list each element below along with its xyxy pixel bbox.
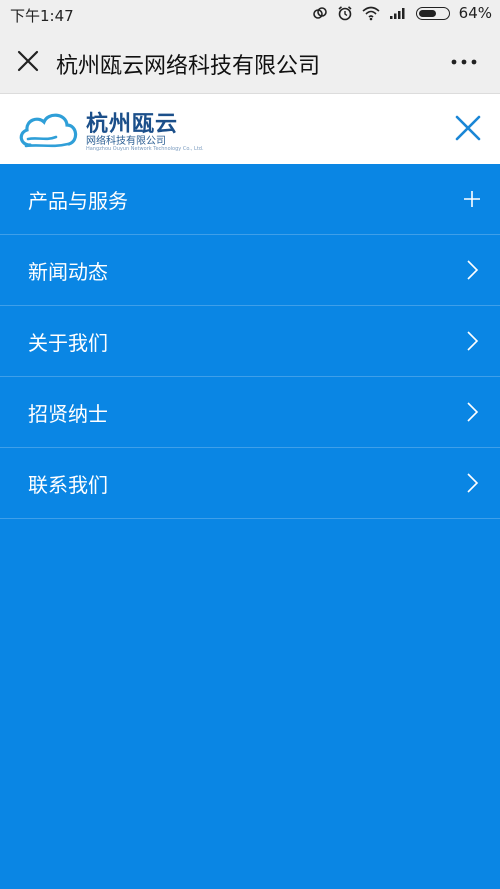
menu-item-products[interactable]: 产品与服务: [0, 164, 500, 235]
page-title: 杭州瓯云网络科技有限公司: [56, 54, 321, 79]
logo-subtitle: 网络科技有限公司: [86, 136, 166, 147]
close-icon[interactable]: [17, 50, 39, 72]
battery-percent: 64%: [458, 4, 492, 22]
cloud-logo-icon: [16, 107, 80, 155]
company-logo[interactable]: 杭州瓯云 网络科技有限公司 Hangzhou Ouyun Network Tec…: [16, 105, 204, 152]
menu-item-label: 招贤纳士: [28, 402, 108, 426]
menu-item-label: 新闻动态: [28, 260, 108, 284]
link-icon: [312, 5, 328, 21]
menu-item-careers[interactable]: 招贤纳士: [0, 377, 500, 448]
chevron-right-icon: [462, 402, 482, 422]
battery-fill: [418, 9, 436, 17]
menu-item-about[interactable]: 关于我们: [0, 306, 500, 377]
chevron-right-icon: [462, 473, 482, 493]
menu-item-contact[interactable]: 联系我们: [0, 448, 500, 519]
nav-menu: 产品与服务 新闻动态 关于我们 招贤纳士 联系我们: [0, 164, 500, 519]
status-icons: 64%: [312, 4, 492, 22]
more-options-icon[interactable]: [450, 52, 478, 72]
alarm-icon: [337, 5, 353, 21]
status-time: 下午1:47: [10, 7, 74, 25]
logo-english: Hangzhou Ouyun Network Technology Co., L…: [86, 146, 204, 152]
title-bar: 杭州瓯云网络科技有限公司: [0, 30, 500, 94]
menu-item-news[interactable]: 新闻动态: [0, 235, 500, 306]
chevron-right-icon: [462, 260, 482, 280]
plus-icon: [462, 189, 482, 209]
menu-item-label: 产品与服务: [28, 189, 128, 213]
menu-close-icon[interactable]: [454, 114, 482, 142]
wifi-icon: [362, 5, 380, 21]
signal-icon: [389, 6, 407, 20]
battery-icon: [415, 6, 450, 20]
menu-item-label: 联系我们: [28, 473, 108, 497]
status-bar: 下午1:47 64%: [0, 0, 500, 30]
menu-item-label: 关于我们: [28, 331, 108, 355]
chevron-right-icon: [462, 331, 482, 351]
site-header: 杭州瓯云 网络科技有限公司 Hangzhou Ouyun Network Tec…: [0, 94, 500, 164]
